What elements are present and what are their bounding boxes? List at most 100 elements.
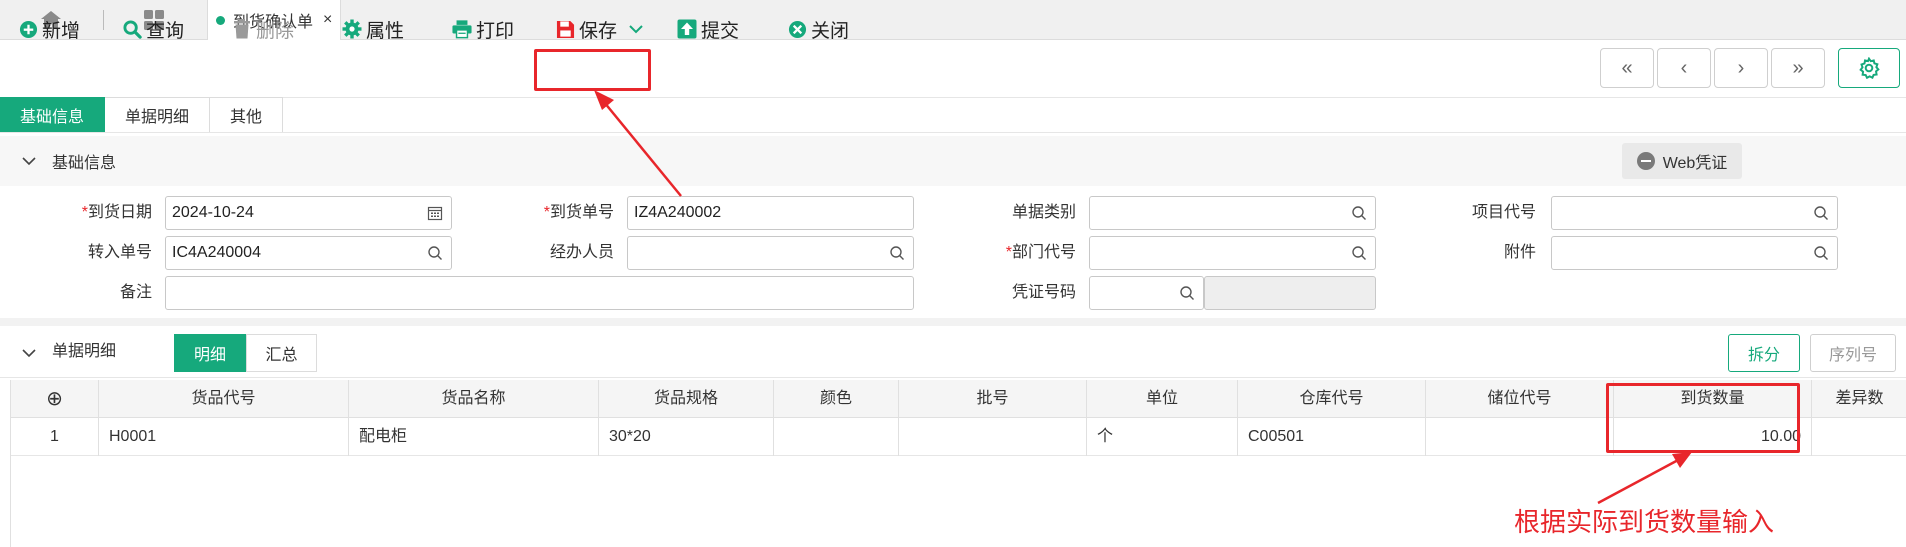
- col-goods-spec[interactable]: 货品规格: [599, 380, 774, 418]
- remark-input[interactable]: [165, 276, 914, 310]
- search-icon[interactable]: [427, 245, 443, 261]
- row-index: 1: [11, 418, 99, 456]
- col-location-code[interactable]: 储位代号: [1426, 380, 1614, 418]
- tab-separator: [103, 10, 104, 30]
- prev-record-button[interactable]: ‹: [1657, 48, 1711, 88]
- handler-label: 经办人员: [549, 244, 614, 261]
- col-batch[interactable]: 批号: [899, 380, 1087, 418]
- voucher-no-input[interactable]: [1089, 276, 1204, 310]
- close-tab-icon[interactable]: ×: [323, 11, 332, 29]
- col-goods-code[interactable]: 货品代号: [99, 380, 349, 418]
- arrival-no-label: *到货单号: [543, 204, 614, 221]
- basic-info-title: 基础信息: [52, 155, 117, 172]
- tab-basic-info[interactable]: 基础信息: [0, 97, 106, 133]
- search-icon[interactable]: [1813, 245, 1829, 261]
- cell-diff-qty[interactable]: [1812, 418, 1906, 456]
- search-icon[interactable]: [1351, 205, 1367, 221]
- gear-icon: [1859, 57, 1880, 79]
- web-voucher-label: Web凭证: [1662, 155, 1728, 172]
- cell-location-code[interactable]: [1426, 418, 1614, 456]
- dept-code-input[interactable]: [1089, 236, 1376, 270]
- attachment-input[interactable]: [1551, 236, 1838, 270]
- doc-type-input[interactable]: [1089, 196, 1376, 230]
- save-button[interactable]: 保存: [555, 10, 643, 48]
- chevron-down-icon: [22, 157, 36, 166]
- transfer-no-input[interactable]: IC4A240004: [165, 236, 452, 270]
- col-diff-qty[interactable]: 差异数: [1812, 380, 1906, 418]
- cell-warehouse-code[interactable]: C00501: [1238, 418, 1426, 456]
- doc-type-label: 单据类别: [1011, 204, 1076, 221]
- cell-unit[interactable]: 个: [1087, 418, 1238, 456]
- add-label: 新增: [42, 20, 81, 42]
- add-row-icon[interactable]: ⊕: [11, 380, 99, 418]
- cell-color[interactable]: [774, 418, 899, 456]
- split-button[interactable]: 拆分: [1728, 334, 1800, 372]
- transfer-no-label: 转入单号: [87, 244, 152, 261]
- arrival-date-label: *到货日期: [81, 204, 152, 221]
- handler-input[interactable]: [627, 236, 914, 270]
- search-icon[interactable]: [889, 245, 905, 261]
- settings-button[interactable]: [1838, 48, 1900, 88]
- plus-circle-icon: [18, 19, 38, 39]
- arrival-no-input[interactable]: IZ4A240002: [627, 196, 914, 230]
- col-warehouse-code[interactable]: 仓库代号: [1238, 380, 1426, 418]
- qty-highlight-box: [1606, 383, 1800, 453]
- col-goods-name[interactable]: 货品名称: [349, 380, 599, 418]
- chevron-down-icon[interactable]: [629, 24, 643, 34]
- close-circle-icon: [787, 19, 807, 39]
- cell-batch[interactable]: [899, 418, 1087, 456]
- serial-number-button[interactable]: 序列号: [1810, 334, 1896, 372]
- detail-title: 单据明细: [52, 343, 117, 360]
- voucher-readonly-field: [1204, 276, 1376, 310]
- arrival-date-input[interactable]: 2024-10-24: [165, 196, 452, 230]
- project-code-label: 项目代号: [1471, 204, 1536, 221]
- cell-goods-spec[interactable]: 30*20: [599, 418, 774, 456]
- save-highlight-box: [534, 49, 651, 91]
- web-voucher-button[interactable]: Web凭证: [1622, 143, 1742, 179]
- project-code-input[interactable]: [1551, 196, 1838, 230]
- active-dot-icon: [216, 15, 225, 25]
- minus-circle-icon: [1636, 152, 1655, 170]
- delete-button[interactable]: 删除: [232, 10, 294, 48]
- delete-label: 删除: [256, 20, 295, 42]
- cell-goods-name[interactable]: 配电柜: [349, 418, 599, 456]
- col-unit[interactable]: 单位: [1087, 380, 1238, 418]
- query-button[interactable]: 查询: [122, 10, 184, 48]
- first-record-button[interactable]: «: [1600, 48, 1654, 88]
- voucher-no-label: 凭证号码: [1011, 284, 1076, 301]
- calendar-icon[interactable]: [427, 205, 443, 221]
- dept-code-label: *部门代号: [1005, 244, 1076, 261]
- attachment-label: 附件: [1503, 244, 1536, 261]
- search-icon[interactable]: [1179, 285, 1195, 301]
- basic-info-header[interactable]: 基础信息: [0, 136, 1906, 186]
- print-label: 打印: [476, 20, 515, 42]
- tab-detail[interactable]: 明细: [174, 334, 246, 372]
- tab-other[interactable]: 其他: [210, 97, 284, 133]
- next-record-button[interactable]: ›: [1714, 48, 1768, 88]
- save-label: 保存: [579, 20, 618, 42]
- search-icon: [122, 19, 142, 39]
- col-color[interactable]: 颜色: [774, 380, 899, 418]
- print-button[interactable]: 打印: [452, 10, 514, 48]
- search-icon[interactable]: [1813, 205, 1829, 221]
- trash-icon: [232, 19, 252, 39]
- submit-label: 提交: [701, 20, 740, 42]
- printer-icon: [452, 19, 472, 39]
- divider: [0, 132, 1906, 133]
- tab-summary[interactable]: 汇总: [246, 334, 317, 372]
- chevron-down-icon[interactable]: [22, 346, 36, 360]
- close-button[interactable]: 关闭: [787, 10, 849, 48]
- gear-icon: [342, 19, 362, 39]
- query-label: 查询: [146, 20, 185, 42]
- tab-doc-detail[interactable]: 单据明细: [105, 97, 211, 133]
- upload-icon: [677, 19, 697, 39]
- properties-button[interactable]: 属性: [342, 10, 404, 48]
- section-tabs: 基础信息 单据明细 其他: [0, 97, 284, 133]
- search-icon[interactable]: [1351, 245, 1367, 261]
- last-record-button[interactable]: »: [1771, 48, 1825, 88]
- add-button[interactable]: 新增: [18, 10, 80, 48]
- remark-label: 备注: [119, 284, 152, 301]
- cell-goods-code[interactable]: H0001: [99, 418, 349, 456]
- floppy-disk-icon: [555, 19, 575, 39]
- submit-button[interactable]: 提交: [677, 10, 739, 48]
